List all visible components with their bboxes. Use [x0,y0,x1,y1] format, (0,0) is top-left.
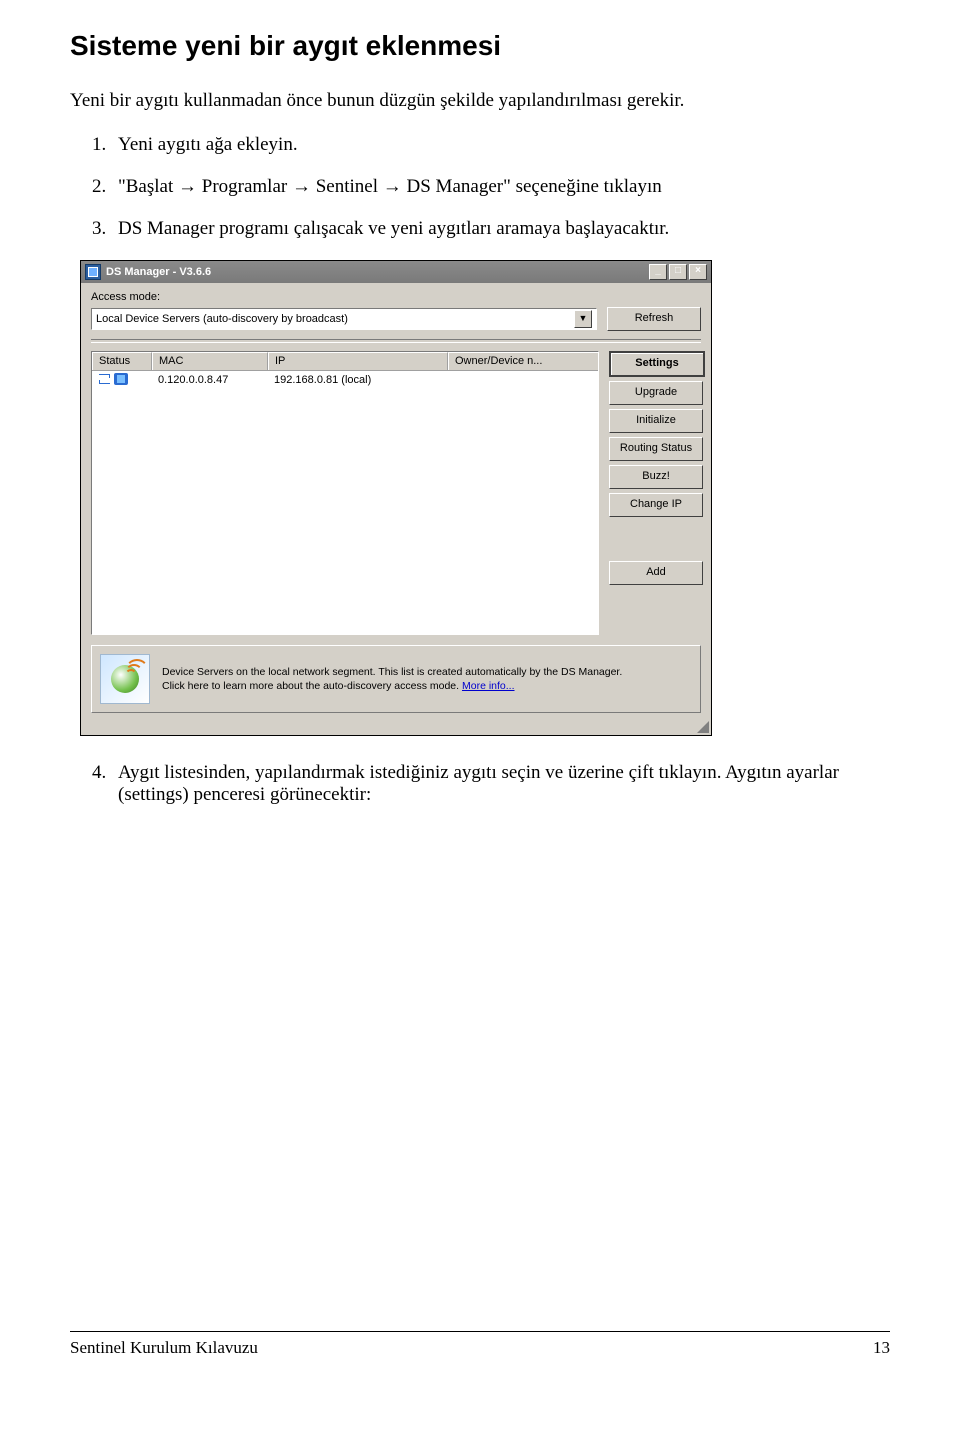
device-list[interactable]: Status MAC IP Owner/Device n... 0.120.0. [91,351,599,635]
step-number: 2. [92,176,118,198]
col-status[interactable]: Status [92,352,152,370]
col-ip[interactable]: IP [268,352,448,370]
intro-text: Yeni bir aygıtı kullanmadan önce bunun d… [70,90,890,112]
access-mode-value: Local Device Servers (auto-discovery by … [96,313,348,325]
col-mac[interactable]: MAC [152,352,268,370]
list-header: Status MAC IP Owner/Device n... [92,352,598,371]
window-title: DS Manager - V3.6.6 [106,266,649,278]
info-line-1: Device Servers on the local network segm… [162,666,622,678]
list-item[interactable]: 0.120.0.0.8.47 192.168.0.81 (local) [92,371,598,389]
step-number: 3. [92,218,118,240]
info-line-2: Click here to learn more about the auto-… [162,680,462,692]
maximize-button[interactable]: □ [669,264,687,280]
page-heading: Sisteme yeni bir aygıt eklenmesi [70,30,890,62]
cell-ip: 192.168.0.81 (local) [268,374,448,386]
step-2-text: "Başlat → Programlar → Sentinel → DS Man… [118,176,662,198]
upgrade-button[interactable]: Upgrade [609,381,703,405]
footer-divider [70,1331,890,1332]
info-panel: Device Servers on the local network segm… [91,645,701,713]
sync-icon [98,373,112,385]
step-3-text: DS Manager programı çalışacak ve yeni ay… [118,218,669,240]
change-ip-button[interactable]: Change IP [609,493,703,517]
step-number: 1. [92,134,118,156]
settings-button[interactable]: Settings [609,351,705,377]
arrow-icon: → [178,176,197,197]
device-icon [114,373,128,385]
arrow-icon: → [383,176,402,197]
add-button[interactable]: Add [609,561,703,585]
refresh-button[interactable]: Refresh [607,307,701,331]
antenna-icon [100,654,150,704]
access-mode-select[interactable]: Local Device Servers (auto-discovery by … [91,308,597,330]
access-mode-label: Access mode: [91,291,701,303]
step-number: 4. [92,762,118,806]
ds-manager-window: DS Manager - V3.6.6 _ □ × Access mode: L… [80,260,712,736]
footer-title: Sentinel Kurulum Kılavuzu [70,1338,258,1358]
more-info-link[interactable]: More info... [462,680,515,692]
close-button[interactable]: × [689,264,707,280]
step-4-text: Aygıt listesinden, yapılandırmak istediğ… [118,762,890,806]
arrow-icon: → [292,176,311,197]
page-number: 13 [873,1338,890,1358]
routing-status-button[interactable]: Routing Status [609,437,703,461]
buzz-button[interactable]: Buzz! [609,465,703,489]
divider [91,339,701,343]
titlebar[interactable]: DS Manager - V3.6.6 _ □ × [81,261,711,283]
col-owner[interactable]: Owner/Device n... [448,352,598,370]
app-icon [85,264,101,280]
minimize-button[interactable]: _ [649,264,667,280]
initialize-button[interactable]: Initialize [609,409,703,433]
step-1-text: Yeni aygıtı ağa ekleyin. [118,134,298,156]
chevron-down-icon[interactable]: ▼ [574,310,592,328]
cell-mac: 0.120.0.0.8.47 [152,374,268,386]
resize-grip[interactable] [81,717,711,735]
